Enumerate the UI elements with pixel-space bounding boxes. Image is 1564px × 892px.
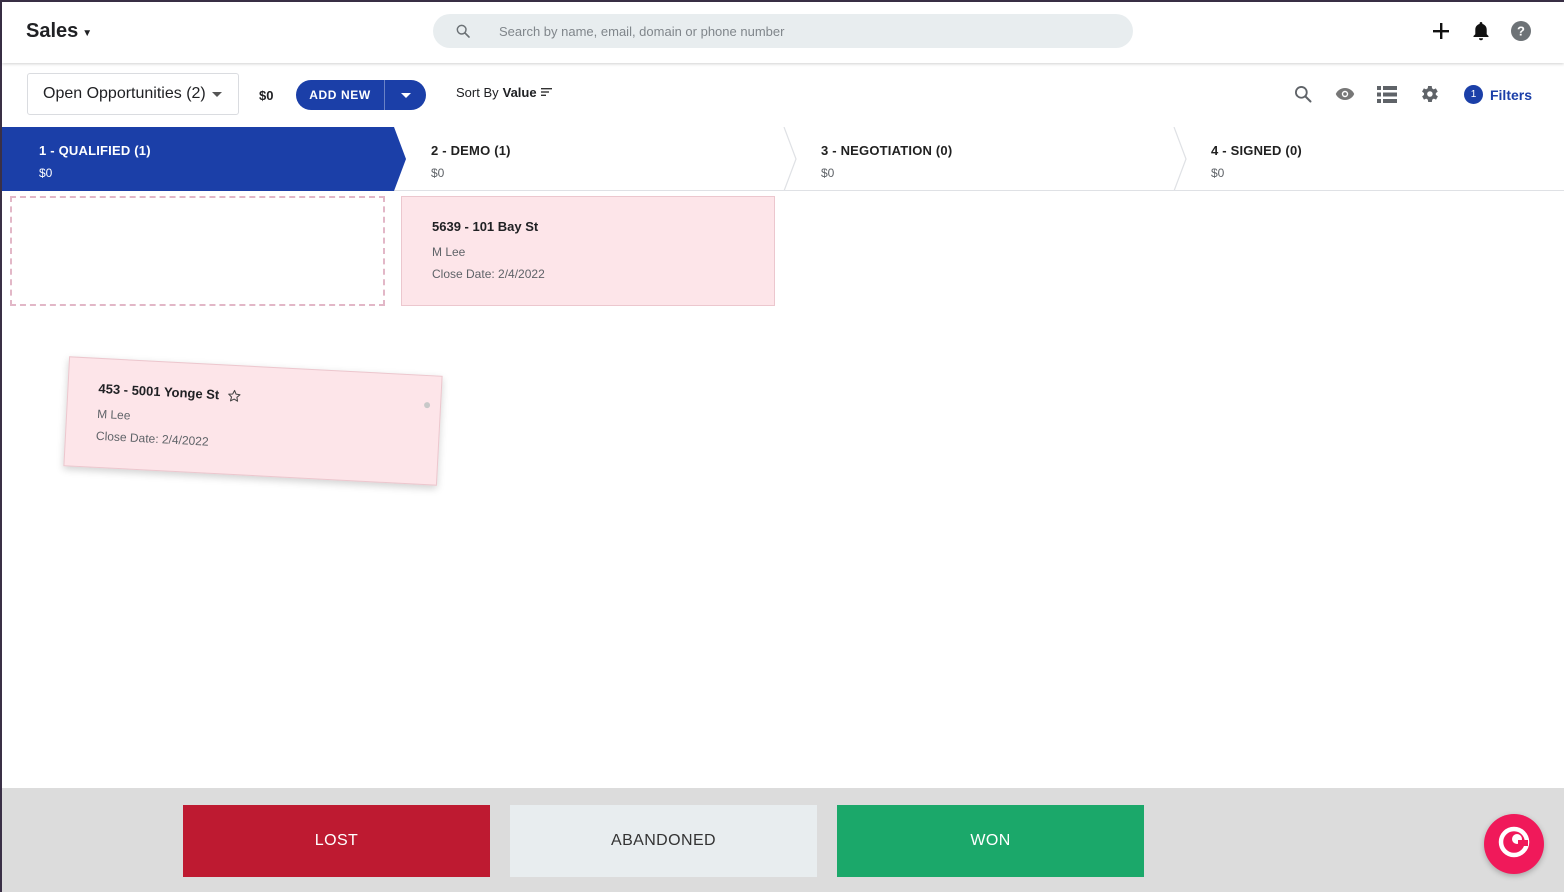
status-dot (423, 401, 431, 409)
chat-icon (1498, 826, 1530, 863)
drop-lost[interactable]: LOST (183, 805, 490, 877)
header-actions: ? (1430, 20, 1532, 42)
stage-qualified[interactable]: 1 - QUALIFIED (1) $0 (2, 127, 406, 191)
svg-text:?: ? (1517, 24, 1525, 39)
stage-value: $0 (39, 166, 53, 180)
card-drop-placeholder (10, 196, 385, 306)
stage-demo[interactable]: 2 - DEMO (1) $0 (394, 127, 798, 191)
sort-icon (540, 85, 553, 100)
card-close-date: Close Date: 2/4/2022 (432, 267, 545, 281)
search-icon (455, 23, 471, 44)
chevron-down-icon (212, 92, 222, 97)
chevron-down-icon (400, 92, 411, 98)
stage-title: 3 - NEGOTIATION (0) (821, 143, 953, 158)
stage-title: 1 - QUALIFIED (1) (39, 143, 151, 158)
drop-abandoned[interactable]: ABANDONED (510, 805, 817, 877)
card-title: 453 - 5001 Yonge St (98, 380, 220, 403)
stage-value: $0 (431, 166, 445, 180)
gear-icon[interactable] (1418, 83, 1440, 105)
chat-launcher-button[interactable] (1484, 814, 1544, 874)
dragged-opportunity-card[interactable]: 453 - 5001 Yonge St M Lee Close Date: 2/… (63, 356, 443, 486)
sort-control[interactable]: Sort By Value (456, 85, 553, 100)
card-owner: M Lee (432, 245, 466, 259)
filters-button[interactable]: 1 Filters (1463, 85, 1532, 104)
list-icon[interactable] (1376, 83, 1398, 105)
search-icon[interactable] (1292, 83, 1314, 105)
help-icon[interactable]: ? (1510, 20, 1532, 42)
view-select-label: Open Opportunities (2) (43, 85, 206, 102)
caret-down-icon: ▼ (82, 28, 93, 39)
pipeline-stages: 1 - QUALIFIED (1) $0 2 - DEMO (1) $0 3 -… (2, 127, 1564, 191)
add-new-menu-toggle[interactable] (385, 80, 426, 110)
app-title: Sales (26, 20, 79, 42)
top-header: Sales ▼ ? (2, 2, 1564, 63)
outcome-dropzone: LOST ABANDONED WON (2, 788, 1564, 892)
sort-field: Value (502, 85, 537, 100)
view-select[interactable]: Open Opportunities (2) (27, 73, 239, 115)
toolbar-actions (1292, 83, 1440, 105)
opportunity-card[interactable]: 5639 - 101 Bay St M Lee Close Date: 2/4/… (401, 196, 775, 306)
plus-icon[interactable] (1430, 20, 1452, 42)
add-new-split-button: ADD NEW (296, 80, 426, 110)
filters-count-badge: 1 (1463, 85, 1483, 104)
sort-prefix: Sort By (456, 85, 499, 100)
stage-signed[interactable]: 4 - SIGNED (0) $0 (1174, 127, 1564, 191)
star-icon[interactable] (227, 388, 242, 403)
stage-negotiation[interactable]: 3 - NEGOTIATION (0) $0 (784, 127, 1188, 191)
add-new-button[interactable]: ADD NEW (296, 88, 384, 102)
stage-value: $0 (821, 166, 835, 180)
pipeline-toolbar: Open Opportunities (2) $0 ADD NEW Sort B… (2, 63, 1564, 127)
stage-title: 2 - DEMO (1) (431, 143, 511, 158)
global-search (433, 14, 1133, 48)
bell-icon[interactable] (1470, 20, 1492, 42)
eye-icon[interactable] (1334, 83, 1356, 105)
stage-title: 4 - SIGNED (0) (1211, 143, 1302, 158)
drop-won[interactable]: WON (837, 805, 1144, 877)
card-title-row: 453 - 5001 Yonge St (98, 381, 410, 412)
pipeline-total-value: $0 (259, 88, 274, 103)
card-title: 5639 - 101 Bay St (432, 219, 539, 234)
filters-label: Filters (1489, 86, 1532, 103)
stage-value: $0 (1211, 166, 1225, 180)
app-switcher[interactable]: Sales ▼ (26, 20, 92, 43)
search-input[interactable] (499, 14, 1099, 48)
